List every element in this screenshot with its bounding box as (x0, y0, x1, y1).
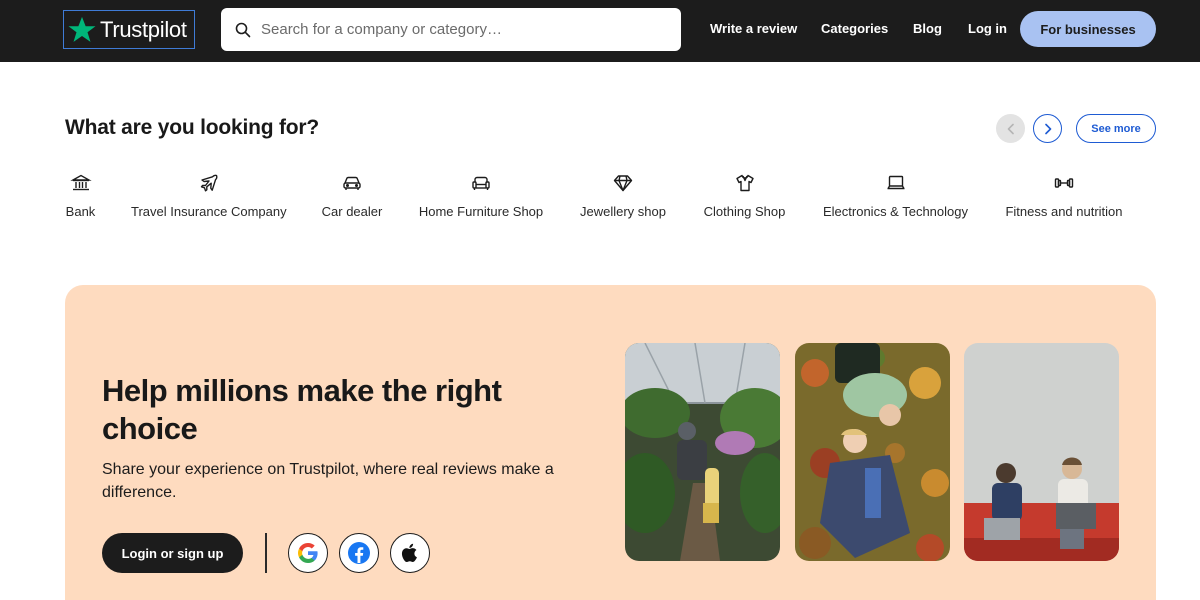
category-label: Jewellery shop (580, 204, 666, 219)
carousel-prev-button[interactable] (996, 114, 1025, 143)
sofa-icon (472, 176, 490, 190)
login-or-signup-button[interactable]: Login or sign up (102, 533, 243, 573)
category-label: Fitness and nutrition (1005, 204, 1123, 219)
star-icon (68, 16, 96, 42)
laptop-icon (887, 175, 904, 190)
dumbbell-icon (1054, 178, 1074, 188)
apple-icon (401, 543, 417, 562)
nav-categories[interactable]: Categories (821, 21, 888, 36)
divider (265, 533, 267, 573)
promo-subtitle: Share your experience on Trustpilot, whe… (102, 461, 554, 501)
trustpilot-logo[interactable]: Trustpilot (63, 10, 195, 49)
logo-text: Trustpilot (100, 16, 187, 42)
people-with-laptops-photo (964, 343, 1119, 561)
nav-write-review[interactable]: Write a review (710, 21, 797, 36)
carousel-next-button[interactable] (1033, 114, 1062, 143)
category-label: Clothing Shop (703, 204, 786, 219)
search-input[interactable] (261, 21, 661, 38)
airplane-icon (200, 174, 217, 192)
see-more-button[interactable]: See more (1076, 114, 1156, 143)
google-icon (298, 543, 318, 563)
facebook-login-button[interactable] (339, 533, 379, 573)
category-fitness[interactable]: Fitness and nutrition (1004, 172, 1124, 219)
category-label: Travel Insurance Company (131, 204, 287, 219)
category-home-furniture[interactable]: Home Furniture Shop (418, 172, 544, 219)
chevron-right-icon (1044, 123, 1051, 134)
diamond-icon (613, 175, 633, 192)
category-bank[interactable]: Bank (65, 172, 96, 219)
apple-login-button[interactable] (390, 533, 430, 573)
category-label: Home Furniture Shop (418, 204, 544, 219)
category-label: Electronics & Technology (822, 204, 968, 219)
couple-on-leaves-photo (795, 343, 950, 561)
chevron-left-icon (1007, 123, 1014, 134)
facebook-icon (348, 542, 370, 564)
promo-title: Help millions make the right choice (102, 373, 502, 446)
section-title: What are you looking for? (65, 116, 320, 139)
bank-icon (69, 174, 92, 191)
top-navigation-bar: Trustpilot Write a review Categories Blo… (0, 0, 1200, 62)
car-icon (343, 176, 361, 190)
category-car-dealer[interactable]: Car dealer (321, 172, 383, 219)
category-travel-insurance[interactable]: Travel Insurance Company (131, 172, 287, 219)
category-label: Bank (65, 204, 96, 219)
for-businesses-button[interactable]: For businesses (1020, 11, 1156, 47)
category-label: Car dealer (321, 204, 383, 219)
nav-blog[interactable]: Blog (913, 21, 942, 36)
category-jewellery[interactable]: Jewellery shop (579, 172, 667, 219)
search-box[interactable] (221, 8, 681, 51)
category-clothing[interactable]: Clothing Shop (702, 172, 787, 219)
greenhouse-photo (625, 343, 780, 561)
shirt-icon (735, 174, 754, 192)
google-login-button[interactable] (288, 533, 328, 573)
promo-card: Help millions make the right choice Shar… (65, 285, 1156, 600)
nav-log-in[interactable]: Log in (968, 21, 1007, 36)
search-icon (235, 22, 251, 37)
category-electronics[interactable]: Electronics & Technology (822, 172, 969, 219)
